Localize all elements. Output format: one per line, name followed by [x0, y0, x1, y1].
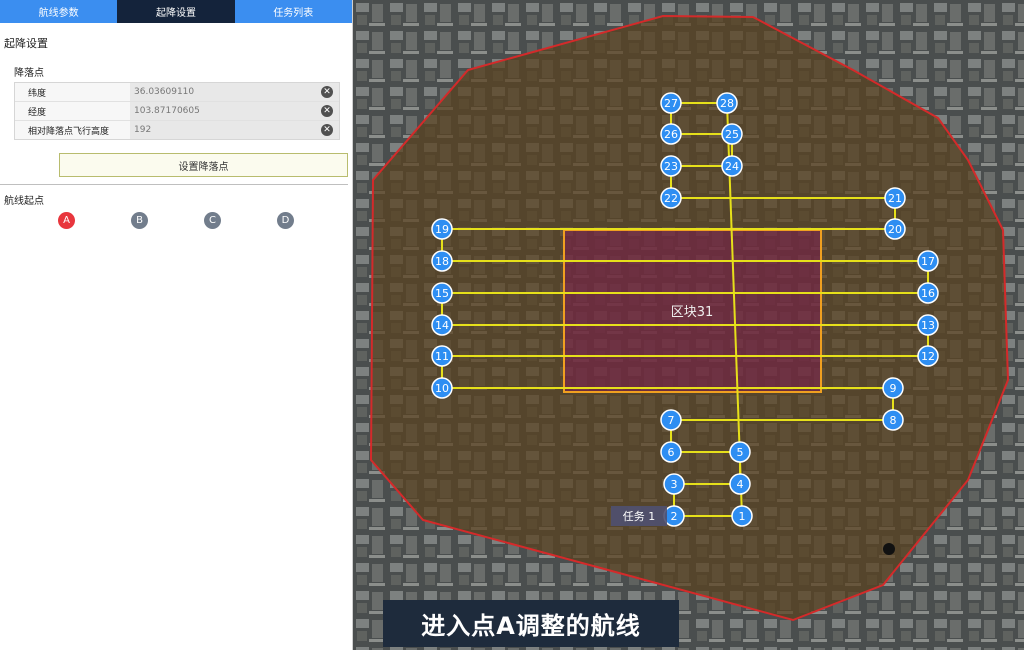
waypoint-label: 28 — [720, 97, 734, 110]
longitude-input[interactable] — [130, 105, 306, 117]
waypoint-17[interactable]: 17 — [917, 250, 939, 272]
longitude-label: 经度 — [28, 107, 47, 118]
height-label: 相对降落点飞行高度 — [28, 126, 110, 137]
clear-longitude-icon[interactable]: ✕ — [321, 105, 333, 117]
waypoint-label: 7 — [668, 414, 675, 427]
waypoint-20[interactable]: 20 — [884, 218, 906, 240]
waypoint-15[interactable]: 15 — [431, 282, 453, 304]
waypoint-label: 27 — [664, 97, 678, 110]
waypoint-label: 16 — [921, 287, 935, 300]
map-view[interactable]: 区块31 1 2 3 4 5 6 7 8 9 10 11 12 13 14 15 16 17 18 19 20 21 22… — [353, 0, 1024, 650]
block-label: 区块31 — [671, 305, 714, 320]
waypoint-21[interactable]: 21 — [884, 187, 906, 209]
waypoint-5[interactable]: 5 — [729, 441, 751, 463]
waypoint-19[interactable]: 19 — [431, 218, 453, 240]
tab-bar: 航线参数 起降设置 任务列表 — [0, 0, 352, 23]
divider — [0, 184, 348, 185]
waypoint-label: 17 — [921, 255, 935, 268]
waypoint-label: 10 — [435, 382, 449, 395]
landing-point-form: 纬度 ✕ 经度 ✕ 相对降落点飞行高度 ✕ — [14, 82, 340, 140]
waypoint-6[interactable]: 6 — [660, 441, 682, 463]
waypoint-22[interactable]: 22 — [660, 187, 682, 209]
waypoint-label: 9 — [890, 382, 897, 395]
task-marker[interactable]: 任务 1 — [611, 506, 667, 526]
waypoint-label: 25 — [725, 128, 739, 141]
waypoint-label: 24 — [725, 160, 739, 173]
waypoint-11[interactable]: 11 — [431, 345, 453, 367]
left-panel: 航线参数 起降设置 任务列表 起降设置 降落点 纬度 ✕ 经度 ✕ 相对降落点飞… — [0, 0, 353, 650]
waypoint-8[interactable]: 8 — [882, 409, 904, 431]
waypoint-14[interactable]: 14 — [431, 314, 453, 336]
latitude-label: 纬度 — [28, 88, 47, 99]
waypoint-label: 26 — [664, 128, 678, 141]
start-point-b[interactable]: B — [131, 212, 148, 229]
waypoint-label: 11 — [435, 350, 449, 363]
tab-route-params[interactable]: 航线参数 — [0, 0, 118, 23]
waypoint-18[interactable]: 18 — [431, 250, 453, 272]
start-point-c[interactable]: C — [204, 212, 221, 229]
waypoint-label: 2 — [671, 510, 678, 523]
tab-takeoff-landing[interactable]: 起降设置 — [117, 0, 235, 23]
waypoint-7[interactable]: 7 — [660, 409, 682, 431]
waypoint-label: 21 — [888, 192, 902, 205]
waypoint-3[interactable]: 3 — [663, 473, 685, 495]
longitude-row: 经度 ✕ — [15, 102, 339, 121]
waypoint-10[interactable]: 10 — [431, 377, 453, 399]
waypoint-label: 15 — [435, 287, 449, 300]
height-input[interactable] — [130, 124, 306, 136]
waypoint-label: 5 — [737, 446, 744, 459]
waypoint-23[interactable]: 23 — [660, 155, 682, 177]
waypoint-27[interactable]: 27 — [660, 92, 682, 114]
waypoint-label: 18 — [435, 255, 449, 268]
latitude-row: 纬度 ✕ — [15, 83, 339, 102]
waypoint-label: 3 — [671, 478, 678, 491]
waypoint-label: 4 — [737, 478, 744, 491]
waypoint-label: 22 — [664, 192, 678, 205]
map-canvas[interactable]: 区块31 123 4567 891011 12131415 16171819 202122… — [353, 0, 1024, 650]
start-point-d[interactable]: D — [277, 212, 294, 229]
waypoint-label: 1 — [739, 510, 746, 523]
waypoint-13[interactable]: 13 — [917, 314, 939, 336]
section-title: 起降设置 — [4, 37, 48, 50]
waypoint-28[interactable]: 28 — [716, 92, 738, 114]
set-landing-point-button[interactable]: 设置降落点 — [59, 153, 348, 177]
waypoint-label: 14 — [435, 319, 449, 332]
tab-task-list[interactable]: 任务列表 — [234, 0, 352, 23]
waypoint-label: 23 — [664, 160, 678, 173]
landing-point-title: 降落点 — [14, 68, 44, 79]
waypoint-label: 20 — [888, 223, 902, 236]
route-start-title: 航线起点 — [4, 196, 44, 207]
clear-latitude-icon[interactable]: ✕ — [321, 86, 333, 98]
task-label: 任务 1 — [623, 510, 656, 523]
waypoint-26[interactable]: 26 — [660, 123, 682, 145]
waypoint-9[interactable]: 9 — [882, 377, 904, 399]
waypoint-label: 6 — [668, 446, 675, 459]
waypoint-16[interactable]: 16 — [917, 282, 939, 304]
waypoint-12[interactable]: 12 — [917, 345, 939, 367]
waypoint-1[interactable]: 1 — [731, 505, 753, 527]
start-point-a[interactable]: A — [58, 212, 75, 229]
waypoint-label: 8 — [890, 414, 897, 427]
landing-point-marker[interactable] — [883, 543, 895, 555]
clear-height-icon[interactable]: ✕ — [321, 124, 333, 136]
waypoint-label: 13 — [921, 319, 935, 332]
latitude-input[interactable] — [130, 86, 306, 98]
height-row: 相对降落点飞行高度 ✕ — [15, 121, 339, 139]
video-caption: 进入点A调整的航线 — [383, 600, 679, 647]
waypoint-4[interactable]: 4 — [729, 473, 751, 495]
waypoint-25[interactable]: 25 — [721, 123, 743, 145]
waypoint-24[interactable]: 24 — [721, 155, 743, 177]
waypoint-label: 12 — [921, 350, 935, 363]
waypoint-label: 19 — [435, 223, 449, 236]
